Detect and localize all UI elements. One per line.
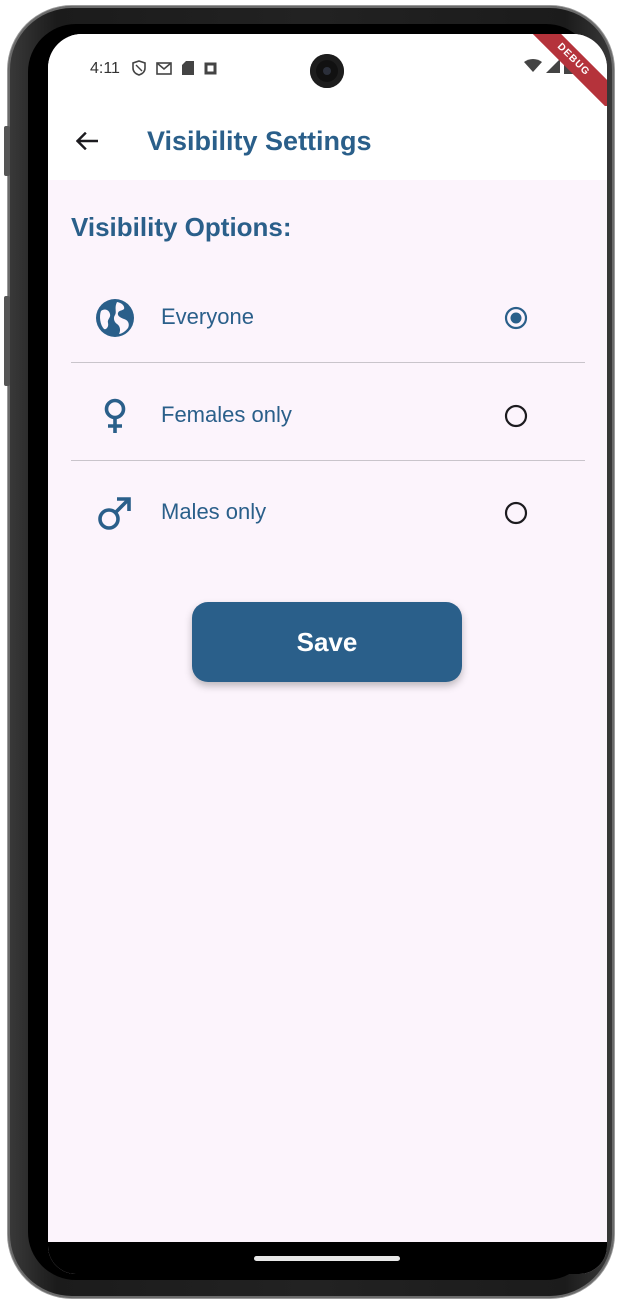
option-label-everyone: Everyone — [161, 304, 254, 329]
front-camera — [310, 54, 344, 88]
radio-females-only[interactable] — [504, 404, 528, 428]
option-everyone[interactable]: Everyone — [71, 268, 585, 364]
arrow-back-icon — [75, 131, 99, 155]
divider — [71, 460, 585, 461]
radio-everyone[interactable] — [504, 306, 528, 330]
option-males-only[interactable]: Males only — [71, 463, 585, 559]
phone-frame: 4:11 DEBUG Visibility Settings Visibilit… — [4, 6, 614, 1298]
divider — [71, 362, 585, 363]
option-label-males-only: Males only — [161, 499, 267, 524]
globe-icon — [94, 297, 136, 339]
navigation-bar — [48, 1242, 607, 1274]
page-title: Visibility Settings — [147, 126, 372, 156]
gmail-icon — [156, 61, 172, 75]
shield-icon — [132, 60, 146, 76]
option-label-females-only: Females only — [161, 402, 292, 427]
status-bar: 4:11 DEBUG — [48, 34, 607, 117]
side-button — [4, 126, 10, 176]
back-button[interactable] — [70, 126, 104, 160]
status-time: 4:11 — [90, 60, 120, 77]
signal-icon — [546, 59, 560, 78]
app-bar: Visibility Settings — [48, 106, 607, 180]
wifi-icon — [524, 59, 542, 78]
save-button[interactable]: Save — [192, 602, 462, 682]
radio-males-only[interactable] — [504, 501, 528, 525]
screen: 4:11 DEBUG Visibility Settings Visibilit… — [48, 34, 607, 1274]
option-females-only[interactable]: Females only — [71, 366, 585, 462]
section-title: Visibility Options: — [71, 212, 292, 242]
status-icons-left — [132, 60, 217, 76]
sd-card-icon — [182, 61, 194, 75]
notification-icon — [204, 62, 217, 75]
male-icon — [94, 492, 136, 534]
home-gesture-handle[interactable] — [254, 1256, 400, 1261]
female-icon — [94, 395, 136, 437]
side-button — [4, 296, 10, 386]
